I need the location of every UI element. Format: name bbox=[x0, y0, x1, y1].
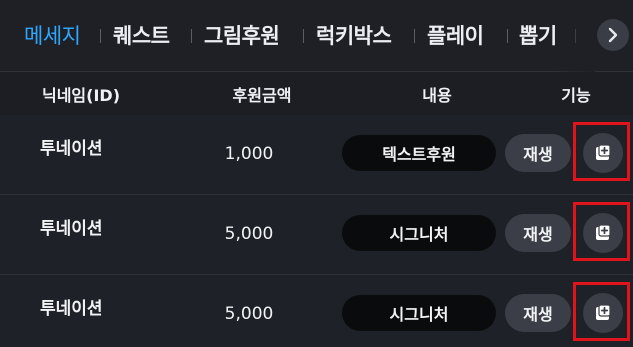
play-button[interactable]: 재생 bbox=[505, 214, 571, 252]
tab-scroll-right-button[interactable] bbox=[597, 19, 629, 51]
tab-drawing-donation[interactable]: 그림후원 bbox=[204, 19, 280, 53]
add-square-icon bbox=[596, 144, 611, 160]
row-amount: 5,000 bbox=[224, 304, 274, 324]
add-square-icon bbox=[596, 304, 611, 320]
chevron-right-icon bbox=[608, 27, 618, 43]
tab-separator bbox=[507, 29, 508, 43]
tab-separator bbox=[191, 29, 192, 43]
add-action-button[interactable] bbox=[583, 293, 623, 333]
tab-quest[interactable]: 퀘스트 bbox=[113, 19, 170, 53]
add-action-button[interactable] bbox=[583, 133, 623, 173]
tab-separator bbox=[100, 29, 101, 43]
tab-fade bbox=[555, 0, 595, 72]
row-nickname: 투네이션 bbox=[40, 139, 103, 159]
header-content: 내용 bbox=[422, 86, 452, 105]
tab-play[interactable]: 플레이 bbox=[427, 19, 484, 53]
tab-lucky-box[interactable]: 럭키박스 bbox=[316, 19, 392, 53]
row-content-badge: 텍스트후원 bbox=[342, 135, 496, 171]
header-amount: 후원금액 bbox=[232, 86, 292, 105]
tab-message[interactable]: 메세지 bbox=[24, 19, 81, 53]
row-content-badge: 시그니처 bbox=[342, 295, 496, 331]
table-header: 닉네임(ID) 후원금액 내용 기능 bbox=[0, 72, 633, 116]
table-row: 투네이션 5,000 시그니처 재생 bbox=[0, 275, 633, 347]
row-nickname: 투네이션 bbox=[40, 299, 103, 319]
tab-bar: 메세지 퀘스트 그림후원 럭키박스 플레이 뽑기 bbox=[0, 0, 633, 72]
header-function: 기능 bbox=[561, 86, 591, 105]
row-content-badge: 시그니처 bbox=[342, 215, 496, 251]
tab-separator bbox=[414, 29, 415, 43]
tab-draw[interactable]: 뽑기 bbox=[519, 19, 557, 53]
add-square-icon bbox=[596, 224, 611, 240]
row-nickname: 투네이션 bbox=[40, 219, 103, 239]
table-row: 투네이션 1,000 텍스트후원 재생 bbox=[0, 115, 633, 195]
header-nickname: 닉네임(ID) bbox=[41, 86, 121, 105]
table-row: 투네이션 5,000 시그니처 재생 bbox=[0, 195, 633, 275]
play-button[interactable]: 재생 bbox=[505, 134, 571, 172]
tab-separator bbox=[303, 29, 304, 43]
play-button[interactable]: 재생 bbox=[505, 294, 571, 332]
add-action-button[interactable] bbox=[583, 213, 623, 253]
row-amount: 5,000 bbox=[224, 224, 274, 244]
row-amount: 1,000 bbox=[224, 144, 274, 164]
